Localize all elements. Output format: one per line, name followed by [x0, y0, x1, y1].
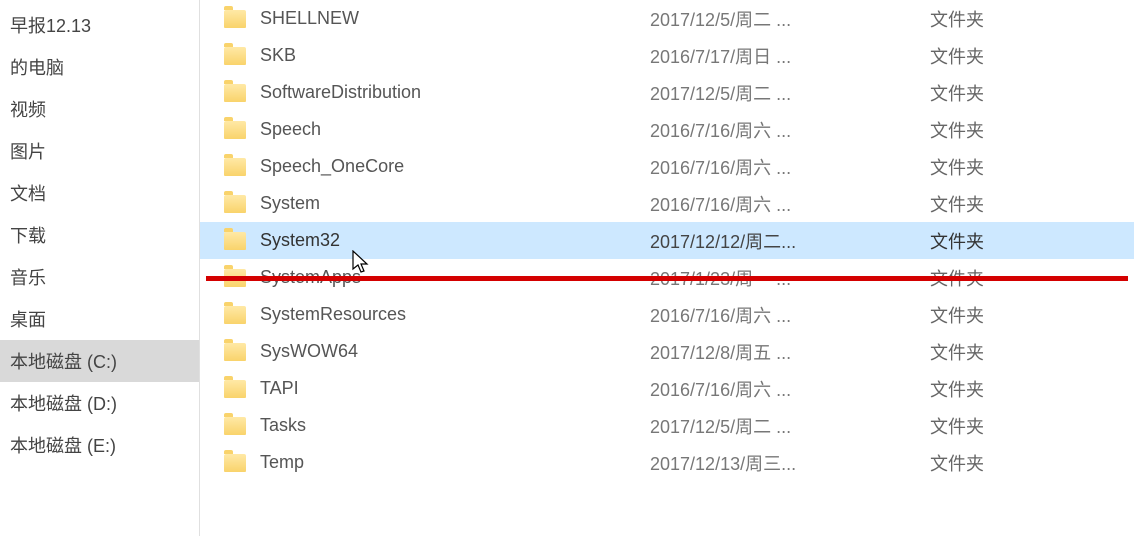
- file-type: 文件夹: [930, 376, 1050, 402]
- file-name: SystemResources: [260, 304, 650, 325]
- file-row-system32[interactable]: System32 2017/12/12/周二... 文件夹: [200, 222, 1134, 259]
- folder-icon: [224, 343, 246, 361]
- file-name: System32: [260, 230, 650, 251]
- folder-icon: [224, 158, 246, 176]
- folder-icon: [224, 84, 246, 102]
- folder-icon: [224, 454, 246, 472]
- file-row[interactable]: TAPI 2016/7/16/周六 ... 文件夹: [200, 370, 1134, 407]
- file-date: 2017/12/8/周五 ...: [650, 339, 930, 365]
- sidebar-item[interactable]: 文档: [0, 172, 199, 214]
- file-type: 文件夹: [930, 302, 1050, 328]
- file-row[interactable]: Speech_OneCore 2016/7/16/周六 ... 文件夹: [200, 148, 1134, 185]
- file-list-pane: SHELLNEW 2017/12/5/周二 ... 文件夹 SKB 2016/7…: [200, 0, 1134, 536]
- file-name: SKB: [260, 45, 650, 66]
- file-date: 2016/7/16/周六 ...: [650, 302, 930, 328]
- sidebar-item[interactable]: 视频: [0, 88, 199, 130]
- folder-icon: [224, 121, 246, 139]
- file-row[interactable]: Tasks 2017/12/5/周二 ... 文件夹: [200, 407, 1134, 444]
- file-date: 2017/12/5/周二 ...: [650, 6, 930, 32]
- file-list: SHELLNEW 2017/12/5/周二 ... 文件夹 SKB 2016/7…: [200, 0, 1134, 481]
- file-name: Temp: [260, 452, 650, 473]
- folder-icon: [224, 195, 246, 213]
- file-name: SHELLNEW: [260, 8, 650, 29]
- file-name: System: [260, 193, 650, 214]
- file-type: 文件夹: [930, 339, 1050, 365]
- file-date: 2017/12/13/周三...: [650, 450, 930, 476]
- file-type: 文件夹: [930, 117, 1050, 143]
- file-row[interactable]: System 2016/7/16/周六 ... 文件夹: [200, 185, 1134, 222]
- file-date: 2017/12/5/周二 ...: [650, 80, 930, 106]
- file-type: 文件夹: [930, 228, 1050, 254]
- file-date: 2016/7/16/周六 ...: [650, 154, 930, 180]
- file-type: 文件夹: [930, 43, 1050, 69]
- sidebar-item[interactable]: 桌面: [0, 298, 199, 340]
- file-row[interactable]: SKB 2016/7/17/周日 ... 文件夹: [200, 37, 1134, 74]
- sidebar-item-drive-c[interactable]: 本地磁盘 (C:): [0, 340, 199, 382]
- file-date: 2017/12/12/周二...: [650, 228, 930, 254]
- file-type: 文件夹: [930, 450, 1050, 476]
- file-row[interactable]: Speech 2016/7/16/周六 ... 文件夹: [200, 111, 1134, 148]
- file-name: Speech_OneCore: [260, 156, 650, 177]
- file-type: 文件夹: [930, 6, 1050, 32]
- folder-icon: [224, 269, 246, 287]
- file-type: 文件夹: [930, 265, 1050, 291]
- sidebar-item[interactable]: 图片: [0, 130, 199, 172]
- file-row[interactable]: SystemApps 2017/1/23/周一 ... 文件夹: [200, 259, 1134, 296]
- file-name: Tasks: [260, 415, 650, 436]
- file-name: SysWOW64: [260, 341, 650, 362]
- folder-icon: [224, 380, 246, 398]
- file-row[interactable]: SoftwareDistribution 2017/12/5/周二 ... 文件…: [200, 74, 1134, 111]
- folder-icon: [224, 232, 246, 250]
- sidebar-item-drive-e[interactable]: 本地磁盘 (E:): [0, 424, 199, 466]
- file-date: 2017/12/5/周二 ...: [650, 413, 930, 439]
- file-name: SoftwareDistribution: [260, 82, 650, 103]
- file-name: Speech: [260, 119, 650, 140]
- file-row[interactable]: SHELLNEW 2017/12/5/周二 ... 文件夹: [200, 0, 1134, 37]
- file-date: 2016/7/17/周日 ...: [650, 43, 930, 69]
- sidebar-item[interactable]: 的电脑: [0, 46, 199, 88]
- file-date: 2017/1/23/周一 ...: [650, 265, 930, 291]
- navigation-sidebar: 早报12.13 的电脑 视频 图片 文档 下载 音乐 桌面 本地磁盘 (C:) …: [0, 0, 200, 536]
- folder-icon: [224, 306, 246, 324]
- file-name: SystemApps: [260, 267, 650, 288]
- folder-icon: [224, 47, 246, 65]
- file-name: TAPI: [260, 378, 650, 399]
- file-row[interactable]: SystemResources 2016/7/16/周六 ... 文件夹: [200, 296, 1134, 333]
- file-type: 文件夹: [930, 413, 1050, 439]
- file-type: 文件夹: [930, 80, 1050, 106]
- sidebar-item[interactable]: 下载: [0, 214, 199, 256]
- folder-icon: [224, 417, 246, 435]
- file-date: 2016/7/16/周六 ...: [650, 117, 930, 143]
- file-row[interactable]: SysWOW64 2017/12/8/周五 ... 文件夹: [200, 333, 1134, 370]
- file-type: 文件夹: [930, 154, 1050, 180]
- file-row[interactable]: Temp 2017/12/13/周三... 文件夹: [200, 444, 1134, 481]
- file-date: 2016/7/16/周六 ...: [650, 191, 930, 217]
- sidebar-item[interactable]: 早报12.13: [0, 4, 199, 46]
- file-type: 文件夹: [930, 191, 1050, 217]
- file-date: 2016/7/16/周六 ...: [650, 376, 930, 402]
- sidebar-item[interactable]: 音乐: [0, 256, 199, 298]
- folder-icon: [224, 10, 246, 28]
- sidebar-item-drive-d[interactable]: 本地磁盘 (D:): [0, 382, 199, 424]
